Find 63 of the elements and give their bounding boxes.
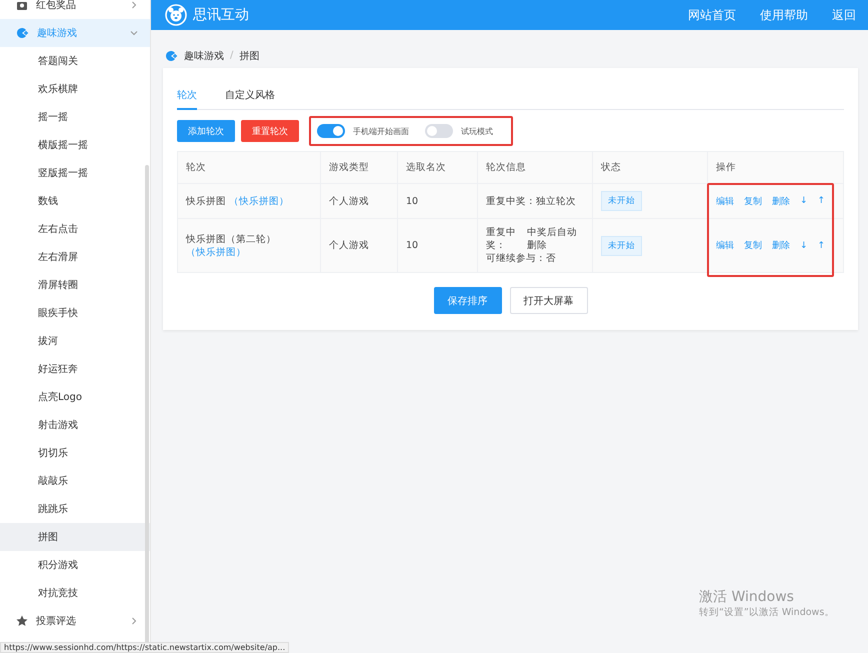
sidebar-item[interactable]: 拼图: [0, 523, 150, 551]
sidebar-item[interactable]: 欢乐棋牌: [0, 75, 150, 103]
toggle-switch[interactable]: [425, 124, 453, 138]
switch-label: 试玩模式: [461, 126, 493, 136]
chevron-icon: [130, 617, 138, 625]
column-header: 轮次信息: [478, 152, 592, 184]
table-cell: 个人游戏: [320, 184, 398, 218]
activation-message: 转到“设置”以激活 Windows。: [699, 606, 834, 619]
column-header: 轮次: [178, 152, 320, 184]
sidebar-item[interactable]: 切切乐: [0, 439, 150, 467]
column-header: 状态: [592, 152, 708, 184]
star-icon: [16, 615, 28, 627]
tab[interactable]: 自定义风格: [225, 84, 275, 110]
sidebar-item[interactable]: 拔河: [0, 327, 150, 355]
action-button[interactable]: 重置轮次: [241, 120, 299, 142]
status-tag: 未开始: [601, 236, 642, 256]
chevron-icon: [130, 29, 138, 37]
sidebar-item[interactable]: 滑屏转圈: [0, 271, 150, 299]
sidebar-item[interactable]: 左右滑屏: [0, 243, 150, 271]
brand-name: 思讯互动: [193, 6, 250, 24]
info-value: 否: [546, 252, 556, 265]
column-header: 游戏类型: [320, 152, 398, 184]
pacman-icon: [165, 50, 178, 62]
sidebar-item[interactable]: 敲敲乐: [0, 467, 150, 495]
round-name: 快乐拼图: [186, 196, 226, 206]
toggle-switch[interactable]: [317, 124, 345, 138]
sidebar-item[interactable]: 积分游戏: [0, 551, 150, 579]
sidebar-item[interactable]: 答题闯关: [0, 47, 150, 75]
sidebar-item[interactable]: 摇一摇: [0, 103, 150, 131]
status-url: https://www.sessionhd.com/https://static.newstartix.com/website/ap...: [0, 642, 290, 653]
info-label: 重复中奖：: [486, 226, 517, 252]
sidebar-item[interactable]: 跳跳乐: [0, 495, 150, 523]
activation-title: 激活 Windows: [699, 588, 795, 606]
sidebar-item[interactable]: 红包奖品: [0, 0, 150, 19]
round-name: 快乐拼图（第二轮）: [186, 234, 276, 244]
status-tag: 未开始: [601, 191, 642, 211]
info-value: 中奖后自动删除: [526, 226, 578, 252]
sidebar-item[interactable]: 好运狂奔: [0, 355, 150, 383]
sidebar-item[interactable]: 左右点击: [0, 215, 150, 243]
breadcrumb-item: 拼图: [239, 50, 260, 62]
table-cell: 个人游戏: [320, 218, 398, 272]
breadcrumb-item[interactable]: 趣味游戏: [184, 48, 224, 62]
info-label: 重复中奖：: [486, 194, 536, 208]
footer-button[interactable]: 打开大屏幕: [510, 287, 588, 314]
pacman-icon: [16, 27, 29, 39]
sidebar-item[interactable]: 投票评选: [0, 607, 150, 635]
sidebar-item[interactable]: 眼疾手快: [0, 299, 150, 327]
sidebar-item[interactable]: 对抗竞技: [0, 579, 150, 607]
column-header: 操作: [708, 152, 844, 184]
sidebar-item[interactable]: 横版摇一摇: [0, 131, 150, 159]
table-cell: 10: [398, 218, 478, 272]
sidebar-item[interactable]: 点亮Logo: [0, 383, 150, 411]
sidebar-item[interactable]: 射击游戏: [0, 411, 150, 439]
sidebar-item[interactable]: 数钱: [0, 187, 150, 215]
breadcrumb-separator: /: [230, 50, 234, 61]
column-header: 选取名次: [398, 152, 478, 184]
chevron-icon: [130, 1, 138, 9]
sidebar-item[interactable]: 竖版摇一摇: [0, 159, 150, 187]
table-cell: 10: [398, 184, 478, 218]
info-label: 可继续参与：: [486, 252, 546, 265]
info-value: 独立轮次: [536, 194, 576, 208]
bear-logo-icon: [165, 4, 187, 26]
switch-label: 手机端开始画面: [353, 126, 409, 136]
